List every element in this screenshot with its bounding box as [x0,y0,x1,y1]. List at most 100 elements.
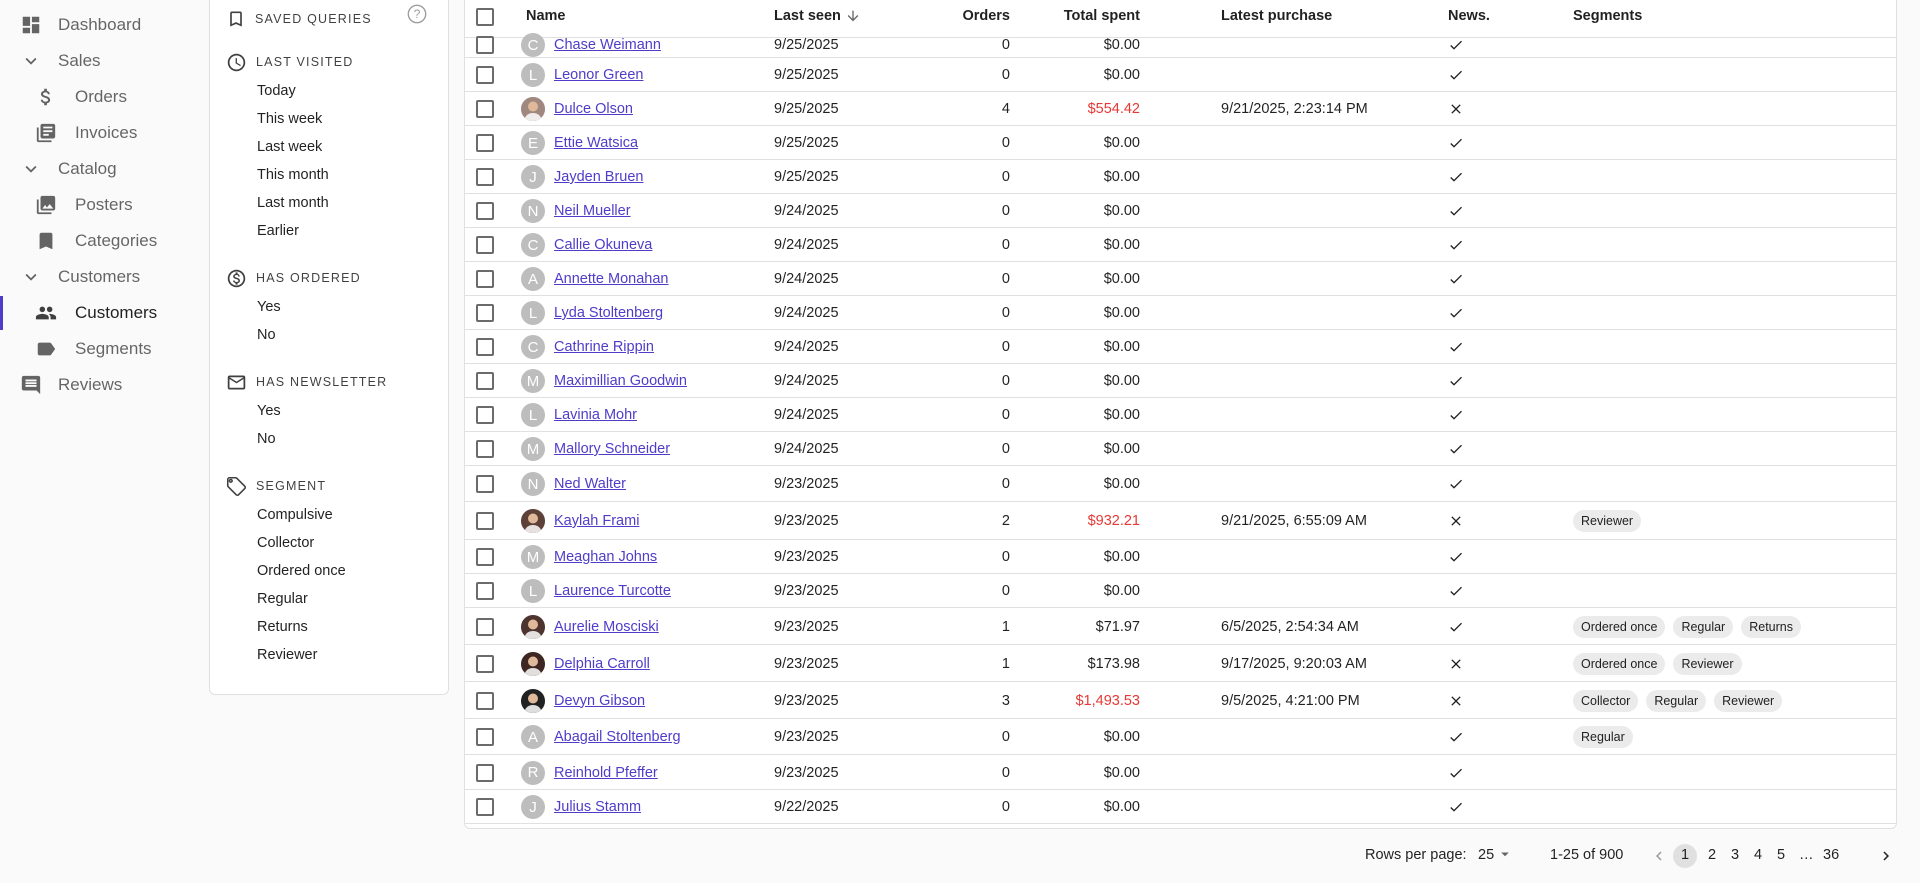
customer-name-link[interactable]: Delphia Carroll [554,654,650,674]
customer-name-link[interactable]: Lyda Stoltenberg [554,303,663,323]
customer-name-link[interactable]: Callie Okuneva [554,235,652,255]
table-row[interactable]: N Ned Walter 9/23/2025 0 $0.00 [465,466,1896,502]
customer-name-link[interactable]: Neil Mueller [554,201,631,221]
row-checkbox[interactable] [476,691,494,710]
customer-name-link[interactable]: Dulce Olson [554,99,633,119]
nav-item-dashboard[interactable]: Dashboard [0,8,200,42]
row-checkbox[interactable] [476,134,494,152]
header-total-spent[interactable]: Total spent [1064,8,1140,24]
nav-item-categories-sub[interactable]: Categories [0,224,200,258]
header-name[interactable]: Name [526,8,566,24]
help-icon[interactable]: ? [406,3,428,25]
row-checkbox[interactable] [476,304,494,322]
customer-name-link[interactable]: Lavinia Mohr [554,405,637,425]
row-checkbox[interactable] [476,440,494,458]
customer-name-link[interactable]: Reinhold Pfeffer [554,763,658,783]
rows-per-page-select[interactable]: 25 [1478,847,1514,863]
row-checkbox[interactable] [476,475,494,493]
table-row[interactable]: L Leonor Green 9/25/2025 0 $0.00 [465,58,1896,92]
filter-item[interactable]: Yes [257,401,281,421]
filter-item[interactable]: Last week [257,137,322,157]
nav-item-orders-sub[interactable]: Orders [0,80,200,114]
table-row[interactable]: C Cathrine Rippin 9/24/2025 0 $0.00 [465,330,1896,364]
filter-item[interactable]: Reviewer [257,645,317,665]
next-page-icon[interactable] [1877,847,1895,865]
table-row[interactable]: N Neil Mueller 9/24/2025 0 $0.00 [465,194,1896,228]
row-checkbox[interactable] [476,728,494,746]
filter-item[interactable]: Compulsive [257,505,333,525]
row-checkbox[interactable] [476,270,494,288]
customer-name-link[interactable]: Maximillian Goodwin [554,371,687,391]
filter-item[interactable]: Returns [257,617,308,637]
table-row[interactable]: L Laurence Turcotte 9/23/2025 0 $0.00 [465,574,1896,608]
customer-name-link[interactable]: Aurelie Mosciski [554,617,659,637]
filter-item[interactable]: Earlier [257,221,299,241]
table-row[interactable]: M Maximillian Goodwin 9/24/2025 0 $0.00 [465,364,1896,398]
row-checkbox[interactable] [476,100,494,118]
header-newsletter[interactable]: News. [1448,8,1490,24]
customer-name-link[interactable]: Meaghan Johns [554,547,657,567]
nav-item-reviews[interactable]: Reviews [0,368,200,402]
page-button[interactable]: 5 [1777,847,1785,863]
row-checkbox[interactable] [476,548,494,566]
customer-name-link[interactable]: Annette Monahan [554,269,668,289]
customer-name-link[interactable]: Ned Walter [554,474,626,494]
customer-name-link[interactable]: Jayden Bruen [554,167,643,187]
row-checkbox[interactable] [476,202,494,220]
customer-name-link[interactable]: Cathrine Rippin [554,337,654,357]
row-checkbox[interactable] [476,654,494,673]
customer-name-link[interactable]: Ettie Watsica [554,133,638,153]
customer-name-link[interactable]: Julius Stamm [554,797,641,817]
customer-name-link[interactable]: Kaylah Frami [554,511,639,531]
customer-name-link[interactable]: Leonor Green [554,65,643,85]
filter-item[interactable]: Today [257,81,296,101]
table-row[interactable]: Aurelie Mosciski 9/23/2025 1 $71.97 6/5/… [465,608,1896,645]
prev-page-icon[interactable] [1650,847,1668,865]
table-row[interactable]: Delphia Carroll 9/23/2025 1 $173.98 9/17… [465,645,1896,682]
header-latest-purchase[interactable]: Latest purchase [1221,8,1332,24]
table-row[interactable]: Kaylah Frami 9/23/2025 2 $932.21 9/21/20… [465,502,1896,540]
table-row[interactable]: M Meaghan Johns 9/23/2025 0 $0.00 [465,540,1896,574]
table-row[interactable]: L Lyda Stoltenberg 9/24/2025 0 $0.00 [465,296,1896,330]
table-row[interactable]: A Abagail Stoltenberg 9/23/2025 0 $0.00 … [465,719,1896,755]
nav-item-sales[interactable]: Sales [0,44,200,78]
row-checkbox[interactable] [476,512,494,530]
nav-item-segments-sub[interactable]: Segments [0,332,200,366]
nav-item-invoices-sub[interactable]: Invoices [0,116,200,150]
filter-item[interactable]: Regular [257,589,308,609]
select-all-checkbox[interactable] [476,8,494,26]
page-button[interactable]: 36 [1823,847,1839,863]
customer-name-link[interactable]: Abagail Stoltenberg [554,727,681,747]
table-row[interactable]: Dulce Olson 9/25/2025 4 $554.42 9/21/202… [465,92,1896,126]
row-checkbox[interactable] [476,36,494,54]
table-row[interactable]: C Callie Okuneva 9/24/2025 0 $0.00 [465,228,1896,262]
row-checkbox[interactable] [476,338,494,356]
table-row[interactable]: J Jayden Bruen 9/25/2025 0 $0.00 [465,160,1896,194]
row-checkbox[interactable] [476,372,494,390]
page-button[interactable]: 4 [1754,847,1762,863]
header-orders[interactable]: Orders [962,8,1010,24]
row-checkbox[interactable] [476,763,494,782]
nav-item-posters-sub[interactable]: Posters [0,188,200,222]
nav-item-customers-sub[interactable]: Customers [0,296,200,330]
table-row[interactable]: M Mallory Schneider 9/24/2025 0 $0.00 [465,432,1896,466]
row-checkbox[interactable] [476,798,494,816]
filter-item[interactable]: Collector [257,533,314,553]
nav-item-customers[interactable]: Customers [0,260,200,294]
row-checkbox[interactable] [476,168,494,186]
table-row[interactable]: J Julius Stamm 9/22/2025 0 $0.00 [465,790,1896,824]
table-row[interactable]: C Chase Weimann 9/25/2025 0 $0.00 [465,32,1896,58]
page-button[interactable]: 3 [1731,847,1739,863]
row-checkbox[interactable] [476,582,494,600]
row-checkbox[interactable] [476,406,494,424]
customer-name-link[interactable]: Chase Weimann [554,35,661,55]
filter-item[interactable]: No [257,325,276,345]
nav-item-catalog[interactable]: Catalog [0,152,200,186]
table-row[interactable]: E Ettie Watsica 9/25/2025 0 $0.00 [465,126,1896,160]
table-row[interactable]: Devyn Gibson 9/23/2025 3 $1,493.53 9/5/2… [465,682,1896,719]
table-row[interactable]: A Annette Monahan 9/24/2025 0 $0.00 [465,262,1896,296]
page-button[interactable]: 2 [1708,847,1716,863]
row-checkbox[interactable] [476,66,494,84]
filter-item[interactable]: No [257,429,276,449]
row-checkbox[interactable] [476,617,494,636]
